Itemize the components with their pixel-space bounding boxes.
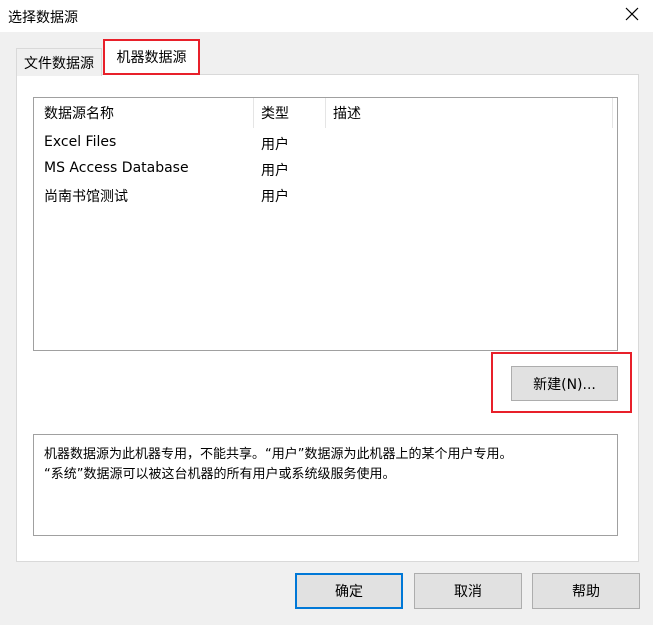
row-type: 用户 xyxy=(261,137,289,153)
column-divider[interactable] xyxy=(253,98,254,128)
column-header-name[interactable]: 数据源名称 xyxy=(44,98,254,128)
column-divider[interactable] xyxy=(325,98,326,128)
tab-machine-data-source[interactable]: 机器数据源 xyxy=(103,39,200,75)
list-row[interactable]: 尚南书馆测试 用户 xyxy=(34,184,617,210)
row-type: 用户 xyxy=(261,163,289,179)
description-text: 机器数据源为此机器专用，不能共享。“用户”数据源为此机器上的某个用户专用。 “系… xyxy=(44,445,609,485)
list-row[interactable]: Excel Files 用户 xyxy=(34,132,617,158)
window-title: 选择数据源 xyxy=(8,10,78,26)
title-bar xyxy=(0,0,653,32)
tab-file-data-source[interactable]: 文件数据源 xyxy=(16,48,102,76)
list-row[interactable]: MS Access Database 用户 xyxy=(34,158,617,184)
data-source-list[interactable]: 数据源名称 类型 描述 Excel Files 用户 MS Access Dat… xyxy=(33,97,618,351)
close-button[interactable] xyxy=(610,0,653,32)
ok-button[interactable]: 确定 xyxy=(295,573,403,609)
row-name: MS Access Database xyxy=(44,160,189,176)
description-line: “系统”数据源可以被这台机器的所有用户或系统级服务使用。 xyxy=(44,467,396,482)
help-button[interactable]: 帮助 xyxy=(532,573,640,609)
row-name: 尚南书馆测试 xyxy=(44,189,128,205)
column-header-type[interactable]: 类型 xyxy=(261,98,321,128)
description-box: 机器数据源为此机器专用，不能共享。“用户”数据源为此机器上的某个用户专用。 “系… xyxy=(33,434,618,536)
description-line: 机器数据源为此机器专用，不能共享。“用户”数据源为此机器上的某个用户专用。 xyxy=(44,447,513,462)
cancel-button[interactable]: 取消 xyxy=(414,573,522,609)
row-type: 用户 xyxy=(261,189,289,205)
column-divider[interactable] xyxy=(612,98,613,128)
column-header-description[interactable]: 描述 xyxy=(333,98,603,128)
highlight-frame xyxy=(491,352,632,413)
row-name: Excel Files xyxy=(44,134,117,150)
close-icon xyxy=(625,7,639,25)
